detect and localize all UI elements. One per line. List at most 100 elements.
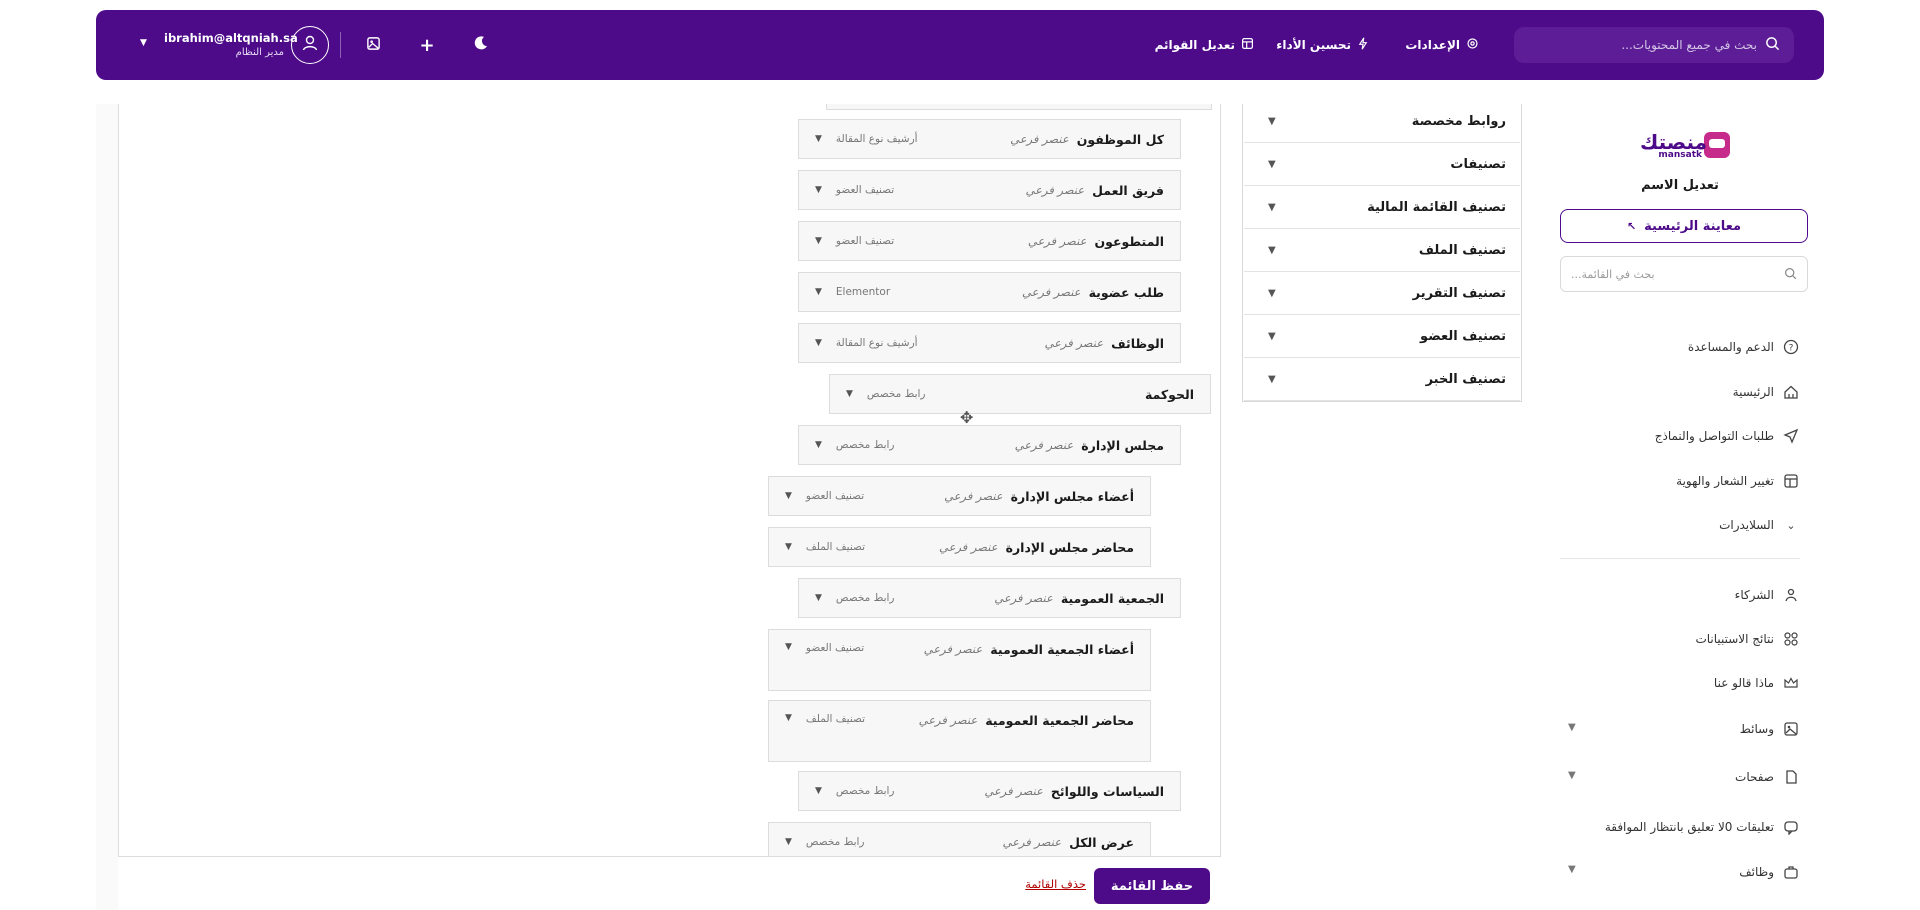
dark-mode-toggle[interactable]	[466, 30, 496, 60]
menu-item-title: أعضاء الجمعية العمومية	[990, 642, 1134, 657]
main-panel-gutter	[96, 104, 118, 910]
bolt-icon	[1357, 37, 1369, 53]
sidebar-item-partners[interactable]: الشركاء	[1560, 583, 1800, 607]
menu-item[interactable]: كل الموظفون عنصر فرعي أرشيف نوع المقالة …	[798, 119, 1181, 159]
chevron-down-icon[interactable]: ▼	[785, 542, 792, 552]
chevron-down-icon[interactable]: ▼	[1568, 864, 1576, 875]
accordion-label: روابط مخصصة	[1411, 114, 1506, 129]
edit-menus-link-label: تعديل القوائم	[1154, 38, 1235, 52]
menu-item[interactable]: المتطوعون عنصر فرعي تصنيف العضو ▼	[798, 221, 1181, 261]
settings-link[interactable]: الإعدادات	[1405, 34, 1479, 56]
menu-search-input[interactable]: بحث في القائمة...	[1560, 256, 1808, 292]
chevron-down-icon[interactable]: ▼	[815, 185, 822, 195]
image-icon	[1782, 720, 1800, 738]
menu-item-kind: عنصر فرعي	[923, 642, 983, 656]
menu-item-title: الجمعية العمومية	[1060, 590, 1164, 606]
accordion-member-category[interactable]: تصنيف العضو ▼	[1244, 316, 1520, 358]
chevron-down-icon[interactable]: ▼	[815, 236, 822, 246]
user-role: مدير النظام	[235, 47, 284, 58]
sidebar-item-home[interactable]: الرئيسية	[1560, 380, 1800, 404]
chevron-down-icon[interactable]: ▼	[815, 134, 822, 144]
performance-link[interactable]: تحسين الأداء	[1276, 34, 1369, 56]
sidebar-item-sliders[interactable]: ⌄ السلايدرات	[1560, 513, 1800, 537]
sidebar-item-support[interactable]: ? الدعم والمساعدة	[1560, 335, 1800, 359]
move-cursor-icon: ✥	[960, 408, 974, 427]
menu-item-type: رابط مخصص	[835, 592, 895, 604]
menu-item[interactable]: السياسات واللوائح عنصر فرعي رابط مخصص ▼	[798, 771, 1181, 811]
chevron-down-icon[interactable]: ▼	[140, 38, 147, 48]
sidebar-item-pages[interactable]: صفحات	[1560, 765, 1800, 789]
menu-item-type: أرشيف نوع المقالة	[835, 337, 918, 349]
menu-item[interactable]: الوظائف عنصر فرعي أرشيف نوع المقالة ▼	[798, 323, 1181, 363]
chevron-down-icon[interactable]: ▼	[785, 837, 792, 847]
menu-item[interactable]: طلب عضوية عنصر فرعي Elementor ▼	[798, 272, 1181, 312]
arrow-up-left-icon: ↖	[1626, 219, 1637, 233]
accordion-file-category[interactable]: تصنيف الملف ▼	[1244, 230, 1520, 272]
accordion-categories[interactable]: تصنيفات ▼	[1244, 144, 1520, 186]
menu-item-kind: عنصر فرعي	[1025, 183, 1085, 197]
menu-item[interactable]: فريق العمل عنصر فرعي تصنيف العضو ▼	[798, 170, 1181, 210]
chevron-down-icon[interactable]: ▼	[1568, 722, 1576, 733]
grid-icon	[1782, 630, 1800, 648]
settings-link-label: الإعدادات	[1405, 38, 1460, 52]
sidebar-item-survey-results[interactable]: نتائج الاستبيانات	[1560, 627, 1800, 651]
menu-item-kind: عنصر فرعي	[1021, 285, 1081, 299]
sidebar-item-label: الشركاء	[1734, 588, 1774, 602]
menu-item[interactable]: الحوكمة رابط مخصص ▼	[829, 374, 1211, 414]
accordion-news-category[interactable]: تصنيف الخبر ▼	[1244, 359, 1520, 401]
sidebar-item-comments[interactable]: تعليقات 0لا تعليق بانتظار الموافقة	[1560, 815, 1800, 839]
menu-item-title: السياسات واللوائح	[1050, 783, 1164, 799]
sidebar-item-testimonials[interactable]: ماذا قالو عنا	[1560, 671, 1800, 695]
user-email[interactable]: ibrahim@altqniah.sa	[164, 31, 298, 45]
sidebar-item-jobs[interactable]: وظائف	[1560, 860, 1800, 884]
sidebar-item-contact-requests[interactable]: طلبات التواصل والنماذج	[1560, 424, 1800, 448]
chevron-down-icon[interactable]: ▼	[846, 389, 853, 399]
chevron-down-icon[interactable]: ▼	[1568, 770, 1576, 781]
save-menu-button[interactable]: حفظ القائمة	[1094, 868, 1210, 904]
chevron-down-icon[interactable]: ▼	[815, 786, 822, 796]
menu-item[interactable]: الجمعية العمومية عنصر فرعي رابط مخصص ▼	[798, 578, 1181, 618]
chevron-down-icon[interactable]: ▼	[815, 338, 822, 348]
page-icon	[1782, 768, 1800, 786]
sidebar-item-media[interactable]: وسائط	[1560, 717, 1800, 741]
chevron-down-icon[interactable]: ▼	[785, 713, 792, 723]
media-button[interactable]	[358, 30, 388, 60]
accordion-custom-links[interactable]: روابط مخصصة ▼	[1244, 101, 1520, 143]
menu-item-kind: عنصر فرعي	[918, 713, 978, 727]
menu-item-type: رابط مخصص	[835, 785, 895, 797]
chevron-down-icon[interactable]: ▼	[815, 287, 822, 297]
chevron-down-icon[interactable]: ▼	[815, 593, 822, 603]
menu-item-kind: عنصر فرعي	[1044, 336, 1104, 350]
menu-item-type: تصنيف العضو	[805, 490, 865, 502]
sidebar-item-label: تغيير الشعار والهوية	[1676, 474, 1774, 488]
delete-menu-link[interactable]: حذف القائمة	[1010, 877, 1086, 891]
accordion-label: تصنيف التقرير	[1412, 286, 1506, 301]
menu-item-title: الوظائف	[1111, 335, 1164, 351]
accordion-financial-list-category[interactable]: تصنيف القائمة المالية ▼	[1244, 187, 1520, 229]
menu-item-kind: عنصر فرعي	[994, 591, 1053, 605]
menu-item[interactable]: محاضر الجمعية العمومية عنصر فرعي تصنيف ا…	[768, 700, 1151, 762]
accordion-report-category[interactable]: تصنيف التقرير ▼	[1244, 273, 1520, 315]
menu-search-placeholder: بحث في القائمة...	[1571, 267, 1655, 281]
add-new-button[interactable]: +	[412, 30, 442, 60]
preview-home-label: معاينة الرئيسية	[1644, 218, 1742, 234]
menu-item-title: عرض الكل	[1069, 834, 1134, 850]
preview-home-button[interactable]: معاينة الرئيسية ↖	[1560, 209, 1808, 243]
accordion-label: تصنيف العضو	[1420, 329, 1506, 344]
chevron-down-icon[interactable]: ▼	[815, 440, 822, 450]
menu-item[interactable]: أعضاء مجلس الإدارة عنصر فرعي تصنيف العضو…	[768, 476, 1151, 516]
briefcase-icon	[1782, 863, 1800, 881]
global-search-input[interactable]: بحث في جميع المحتويات...	[1514, 27, 1794, 63]
home-icon	[1782, 383, 1800, 401]
menu-item[interactable]: محاضر مجلس الإدارة عنصر فرعي تصنيف الملف…	[768, 527, 1151, 567]
search-icon	[1784, 265, 1797, 284]
edit-menus-link[interactable]: تعديل القوائم	[1155, 34, 1254, 56]
edit-name-link[interactable]: تعديل الاسم	[1560, 178, 1800, 193]
user-icon	[300, 33, 320, 57]
menu-item[interactable]: مجلس الإدارة عنصر فرعي رابط مخصص ▼	[798, 425, 1181, 465]
sidebar-item-branding[interactable]: تغيير الشعار والهوية	[1560, 469, 1800, 493]
menu-item[interactable]: أعضاء الجمعية العمومية عنصر فرعي تصنيف ا…	[768, 629, 1151, 691]
chevron-down-icon: ▼	[1268, 374, 1276, 385]
chevron-down-icon[interactable]: ▼	[785, 491, 792, 501]
chevron-down-icon[interactable]: ▼	[785, 642, 792, 652]
